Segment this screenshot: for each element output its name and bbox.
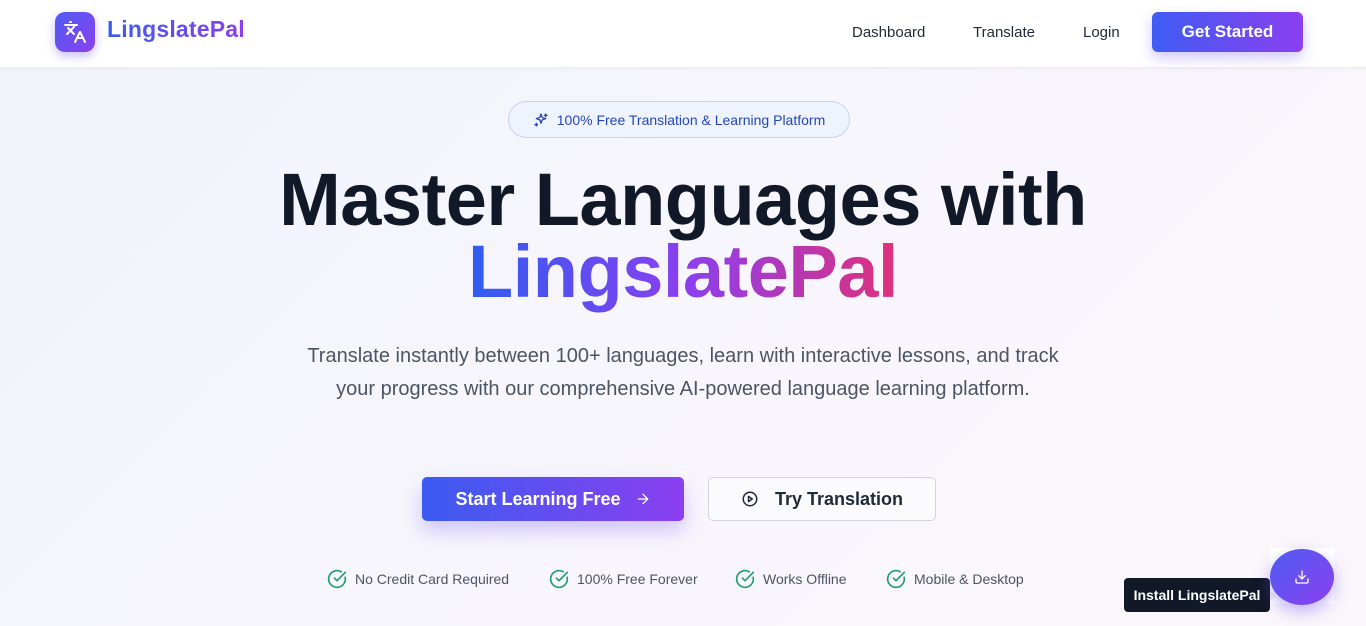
nav-dashboard[interactable]: Dashboard [852,24,925,41]
arrow-right-icon [637,493,648,505]
feature-item: Mobile & Desktop [886,569,1024,589]
start-learning-label: Start Learning Free [455,488,621,509]
hero-brand-text: LingslatePal [468,230,898,313]
download-icon [1295,570,1309,584]
feature-label: No Credit Card Required [355,571,510,587]
feature-label: Mobile & Desktop [914,571,1024,587]
hero-headline-brand: LingslatePal [0,232,1366,312]
logo-badge[interactable] [55,12,95,52]
start-learning-button[interactable]: Start Learning Free [422,477,684,521]
get-started-button[interactable]: Get Started [1152,12,1303,52]
play-circle-icon [742,491,758,507]
check-circle-icon [327,569,347,589]
top-navbar: LingslatePal Dashboard Translate Login G… [0,0,1366,68]
feature-item: Works Offline [735,569,847,589]
nav-translate[interactable]: Translate [973,24,1035,41]
feature-item: No Credit Card Required [327,569,509,589]
feature-item: 100% Free Forever [549,569,698,589]
check-circle-icon [886,569,906,589]
nav-login[interactable]: Login [1083,24,1120,41]
install-app-button[interactable] [1270,549,1334,605]
feature-label: 100% Free Forever [577,571,698,587]
badge-text: 100% Free Translation & Learning Platfor… [556,111,826,128]
feature-label: Works Offline [763,571,847,587]
try-translation-label: Try Translation [774,488,904,509]
install-tooltip: Install LingslatePal [1124,578,1276,612]
sparkles-icon [534,112,548,127]
check-circle-icon [549,569,569,589]
translate-icon [64,21,86,43]
hero-headline: Master Languages with [279,158,1087,241]
hero-badge: 100% Free Translation & Learning Platfor… [508,101,850,138]
brand-name[interactable]: LingslatePal [107,16,245,43]
hero-subtitle: Translate instantly between 100+ languag… [307,345,1059,400]
check-circle-icon [735,569,755,589]
try-translation-button[interactable]: Try Translation [708,477,936,521]
